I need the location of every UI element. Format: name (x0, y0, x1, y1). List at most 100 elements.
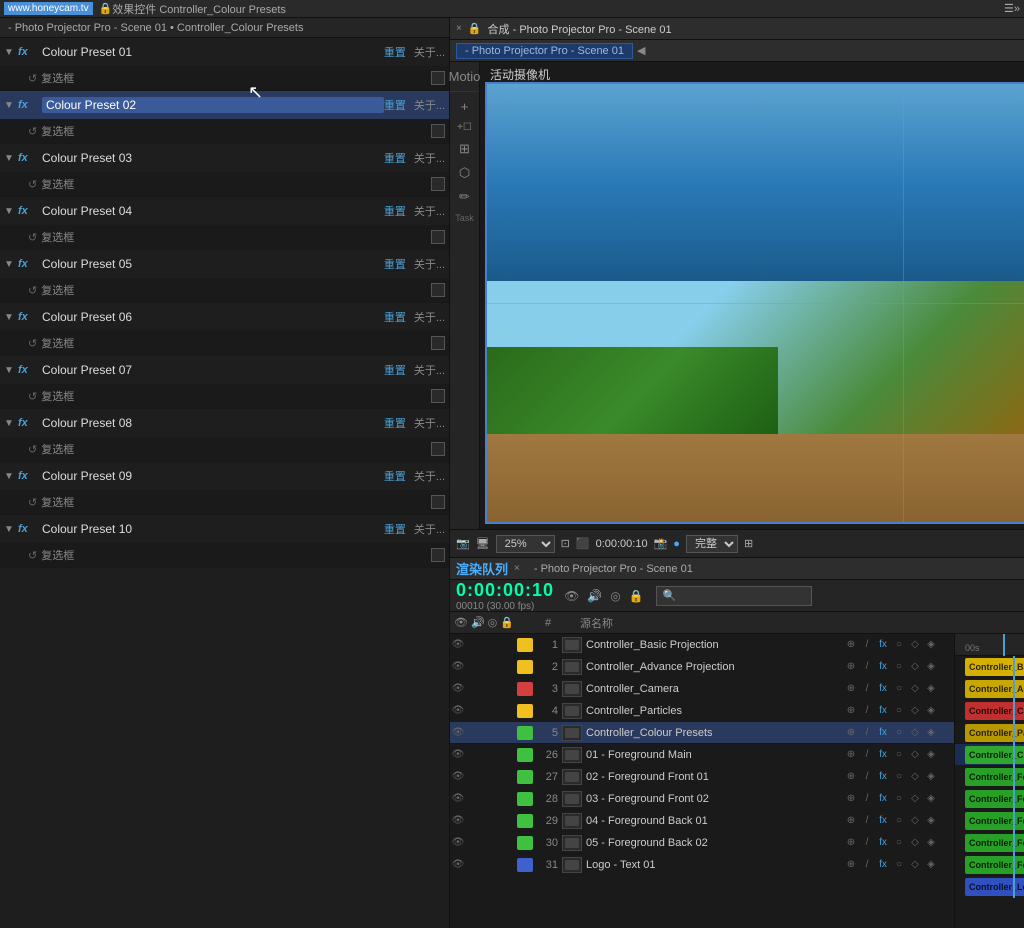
effect-toggle-7[interactable]: ▼ (4, 365, 16, 376)
lp-icon2-26[interactable]: / (860, 749, 874, 760)
track-row-2[interactable]: Controller_Advance Projection (955, 678, 1024, 700)
effect-reset-9[interactable]: 重置 (384, 468, 406, 484)
effect-about-6[interactable]: 关于... (414, 309, 445, 325)
effect-checkbox-7[interactable] (431, 389, 445, 403)
add-comp-icon[interactable]: +☐ (454, 119, 475, 136)
effect-toggle-2[interactable]: ▼ (4, 100, 16, 111)
playhead-ruler[interactable] (1003, 634, 1005, 656)
lp-icon4-27[interactable]: ◇ (908, 771, 922, 782)
effect-about-2[interactable]: 关于... (414, 97, 445, 113)
pen-icon[interactable]: ✏ (456, 186, 473, 208)
track-bar-29[interactable]: Controller_Foreground Back 01 (965, 834, 1024, 852)
effect-reset-8[interactable]: 重置 (384, 415, 406, 431)
comp-tab-label[interactable]: - Photo Projector Pro - Scene 01 (534, 563, 693, 575)
effect-about-7[interactable]: 关于... (414, 362, 445, 378)
effect-toggle-5[interactable]: ▼ (4, 259, 16, 270)
effect-toggle-6[interactable]: ▼ (4, 312, 16, 323)
effect-about-5[interactable]: 关于... (414, 256, 445, 272)
lp-icon3-27[interactable]: ○ (892, 771, 906, 782)
layer-vis-3[interactable]: 👁 (450, 683, 466, 694)
lp-icon1-4[interactable]: ⊕ (844, 705, 858, 716)
search-input[interactable] (656, 586, 812, 606)
lp-icon5-1[interactable]: ◈ (924, 639, 938, 650)
lp-icon5-28[interactable]: ◈ (924, 793, 938, 804)
effect-toggle-3[interactable]: ▼ (4, 153, 16, 164)
effect-toggle-8[interactable]: ▼ (4, 418, 16, 429)
timeline-tracks[interactable]: 00s01s02s Controller_Basic ProjectionCon… (955, 634, 1024, 928)
comp-arrow[interactable]: ◀ (637, 44, 645, 57)
menu-icon[interactable]: ☰ (1004, 2, 1014, 15)
lp-icon1-26[interactable]: ⊕ (844, 749, 858, 760)
lp-icon2-1[interactable]: / (860, 639, 874, 650)
lp-icon3-5[interactable]: ○ (892, 727, 906, 738)
tl-lock-icon[interactable]: 🔒 (627, 587, 646, 605)
lp-icon3-26[interactable]: ○ (892, 749, 906, 760)
lp-icon2-4[interactable]: / (860, 705, 874, 716)
track-row-5[interactable]: Controller_Colour Presets (955, 744, 1024, 766)
lp-icon1-1[interactable]: ⊕ (844, 639, 858, 650)
effect-reset-7[interactable]: 重置 (384, 362, 406, 378)
effect-row-5[interactable]: ▼ fx Colour Preset 05 重置 关于... (0, 250, 449, 278)
zoom-select[interactable]: 25% 50% 100% (496, 535, 555, 553)
effect-about-9[interactable]: 关于... (414, 468, 445, 484)
track-bar-27[interactable]: Controller_Foreground Front 01 (965, 790, 1024, 808)
lp-fx-27[interactable]: fx (876, 771, 890, 782)
track-row-30[interactable]: Controller_Foreground Back 02 (955, 854, 1024, 876)
lp-icon2-28[interactable]: / (860, 793, 874, 804)
lp-icon5-26[interactable]: ◈ (924, 749, 938, 760)
lp-icon3-30[interactable]: ○ (892, 837, 906, 848)
lp-icon5-31[interactable]: ◈ (924, 859, 938, 870)
lp-icon2-31[interactable]: / (860, 859, 874, 870)
effect-checkbox-5[interactable] (431, 283, 445, 297)
track-bar-26[interactable]: Controller_Foreground Main (965, 768, 1024, 786)
lp-icon2-30[interactable]: / (860, 837, 874, 848)
track-row-4[interactable]: Controller_Particles (955, 722, 1024, 744)
effects-list[interactable]: ▼ fx Colour Preset 01 重置 关于... ↺ 复选框 ▼ f… (0, 38, 449, 928)
lp-icon3-28[interactable]: ○ (892, 793, 906, 804)
track-row-26[interactable]: Controller_Foreground Main (955, 766, 1024, 788)
lp-icon4-3[interactable]: ◇ (908, 683, 922, 694)
lp-fx-2[interactable]: fx (876, 661, 890, 672)
effect-reset-5[interactable]: 重置 (384, 256, 406, 272)
effect-about-3[interactable]: 关于... (414, 150, 445, 166)
lp-icon4-5[interactable]: ◇ (908, 727, 922, 738)
layer-vis-4[interactable]: 👁 (450, 705, 466, 716)
track-bar-1[interactable]: Controller_Basic Projection (965, 658, 1024, 676)
lp-fx-28[interactable]: fx (876, 793, 890, 804)
effect-checkbox-2[interactable] (431, 124, 445, 138)
effect-reset-2[interactable]: 重置 (384, 97, 406, 113)
track-row-31[interactable]: Controller_Logo - Text 01 (955, 876, 1024, 898)
effect-row-3[interactable]: ▼ fx Colour Preset 03 重置 关于... (0, 144, 449, 172)
lp-icon4-29[interactable]: ◇ (908, 815, 922, 826)
effect-toggle-4[interactable]: ▼ (4, 206, 16, 217)
layer-vis-5[interactable]: 👁 (450, 727, 466, 738)
quality-select[interactable]: 完整 一半 (686, 535, 738, 553)
lp-icon3-31[interactable]: ○ (892, 859, 906, 870)
lp-fx-3[interactable]: fx (876, 683, 890, 694)
lp-icon4-28[interactable]: ◇ (908, 793, 922, 804)
effect-row-9[interactable]: ▼ fx Colour Preset 09 重置 关于... (0, 462, 449, 490)
layer-list[interactable]: 👁 1 Controller_Basic Projection ⊕ / fx ○… (450, 634, 955, 928)
effect-reset-3[interactable]: 重置 (384, 150, 406, 166)
layer-row-28[interactable]: 👁 28 03 - Foreground Front 02 ⊕ / fx ○ ◇… (450, 788, 954, 810)
effect-checkbox-10[interactable] (431, 548, 445, 562)
track-bar-28[interactable]: Controller_Foreground Front 02 (965, 812, 1024, 830)
effect-toggle-10[interactable]: ▼ (4, 524, 16, 535)
effect-reset-4[interactable]: 重置 (384, 203, 406, 219)
lp-fx-29[interactable]: fx (876, 815, 890, 826)
lp-icon1-31[interactable]: ⊕ (844, 859, 858, 870)
tl-audio-icon[interactable]: 🔊 (585, 587, 604, 605)
effect-row-10[interactable]: ▼ fx Colour Preset 10 重置 关于... (0, 515, 449, 543)
layer-row-30[interactable]: 👁 30 05 - Foreground Back 02 ⊕ / fx ○ ◇ … (450, 832, 954, 854)
layer-vis-2[interactable]: 👁 (450, 661, 466, 672)
track-row-1[interactable]: Controller_Basic Projection (955, 656, 1024, 678)
add-icon[interactable]: + (458, 96, 472, 117)
lp-icon2-2[interactable]: / (860, 661, 874, 672)
track-row-3[interactable]: Controller_Camera (955, 700, 1024, 722)
lp-icon2-27[interactable]: / (860, 771, 874, 782)
effect-about-10[interactable]: 关于... (414, 521, 445, 537)
effect-row-8[interactable]: ▼ fx Colour Preset 08 重置 关于... (0, 409, 449, 437)
lp-icon4-2[interactable]: ◇ (908, 661, 922, 672)
layer-vis-31[interactable]: 👁 (450, 859, 466, 870)
lp-fx-31[interactable]: fx (876, 859, 890, 870)
